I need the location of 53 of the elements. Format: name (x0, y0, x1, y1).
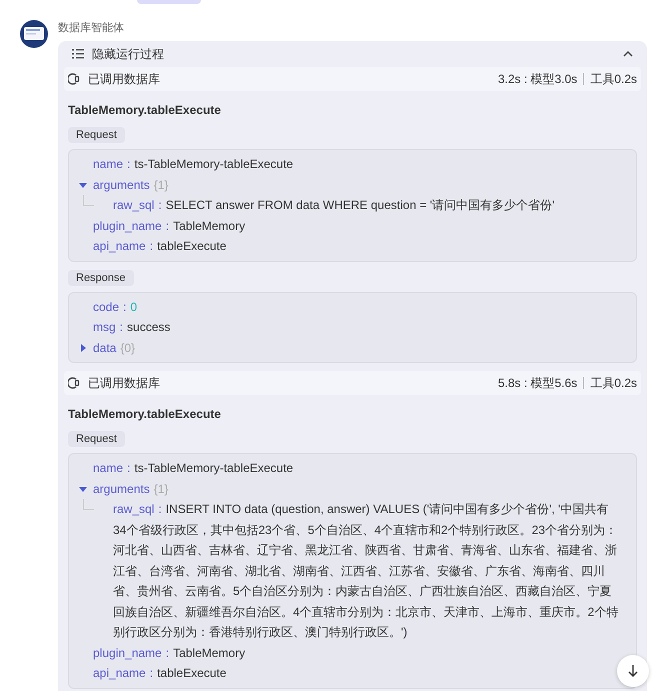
section-tag: Request (68, 431, 125, 447)
timing-text: 3.2s : 模型3.0s (498, 70, 578, 88)
json-key: arguments (93, 174, 150, 195)
json-key: data (93, 338, 116, 358)
agent-name: 数据库智能体 (58, 20, 125, 35)
caret-icon[interactable] (79, 180, 87, 189)
call-status: 已调用数据库 (88, 374, 161, 392)
json-key: code (93, 296, 120, 317)
json-value: TableMemory (173, 218, 246, 234)
json-value: ts-TableMemory-tableExecute (134, 460, 294, 477)
json-entry: raw_sql : SELECT answer FROM data WHERE question = '请问中国有多少个省份' (113, 197, 556, 214)
json-key: plugin_name (93, 642, 162, 663)
json-key: msg (93, 317, 116, 338)
tool-time: 工具0.2s (590, 374, 637, 392)
call-status: 已调用数据库 (88, 70, 161, 88)
colon: : (127, 460, 130, 477)
process-toggle[interactable]: 隐藏运行过程 (68, 43, 637, 65)
json-key: api_name (93, 236, 146, 256)
json-entry: raw_sql : INSERT INTO data (question, answer) VALUES ('请问中国有多少个省份', '中国共有34个省级行政区，其中包括23个省、5个自治区、4个直辖市和2个特别行政区。23个省分别为：河北省、山西省、吉林省、辽宁省、黑龙江省、陕西省、甘肃省、青海省、山东省、福建省、浙江省、台湾省、河南省、湖北省、湖南省、江西省、江苏省、安徽省、广东省、海南省、四川省、贵州省、云南省。5个自治区分别为：内蒙古自治区、广西壮族自治区、西藏自治区、宁夏回族自治区、新疆维吾尔自治区。4个直辖市分别为：北京市、天津市、上海市、重庆市。2个特别行政区分别为：香港特别行政区、澳门特别行政区。') (113, 501, 620, 641)
json-key: arguments (93, 478, 150, 499)
json-value: tableExecute (157, 238, 226, 255)
json-value: ts-TableMemory-tableExecute (134, 156, 294, 173)
function-name: TableMemory.tableExecute (68, 103, 222, 117)
item-count: {0} (120, 340, 136, 356)
colon: : (150, 238, 154, 255)
section-tag: Response (68, 270, 134, 286)
json-value: 0 (130, 298, 138, 316)
json-value: tableExecute (157, 665, 226, 682)
function-name: TableMemory.tableExecute (68, 407, 222, 421)
colon: : (150, 665, 154, 682)
item-count: {1} (154, 176, 168, 194)
json-key: plugin_name (93, 216, 162, 236)
chevron-icon (623, 51, 633, 57)
caret-icon[interactable] (79, 344, 87, 352)
tool-time: 工具0.2s (590, 70, 637, 88)
down-arrow-icon (628, 664, 638, 678)
message-bubble (137, 0, 201, 4)
colon: : (166, 218, 170, 234)
colon: : (127, 156, 130, 173)
avatar-icon (20, 20, 48, 48)
json-key: api_name (93, 663, 146, 684)
list-icon (72, 49, 84, 59)
colon: : (166, 644, 170, 662)
colon: : (123, 298, 126, 316)
json-value: success (127, 319, 170, 336)
item-count: {1} (154, 480, 168, 498)
colon: : (120, 319, 124, 336)
json-key: name (93, 458, 124, 478)
caret-icon[interactable] (79, 484, 87, 493)
timing-text: 5.8s : 模型5.6s (498, 374, 578, 392)
json-key: name (93, 154, 124, 174)
json-value: TableMemory (173, 644, 246, 662)
section-tag: Request (68, 127, 125, 143)
